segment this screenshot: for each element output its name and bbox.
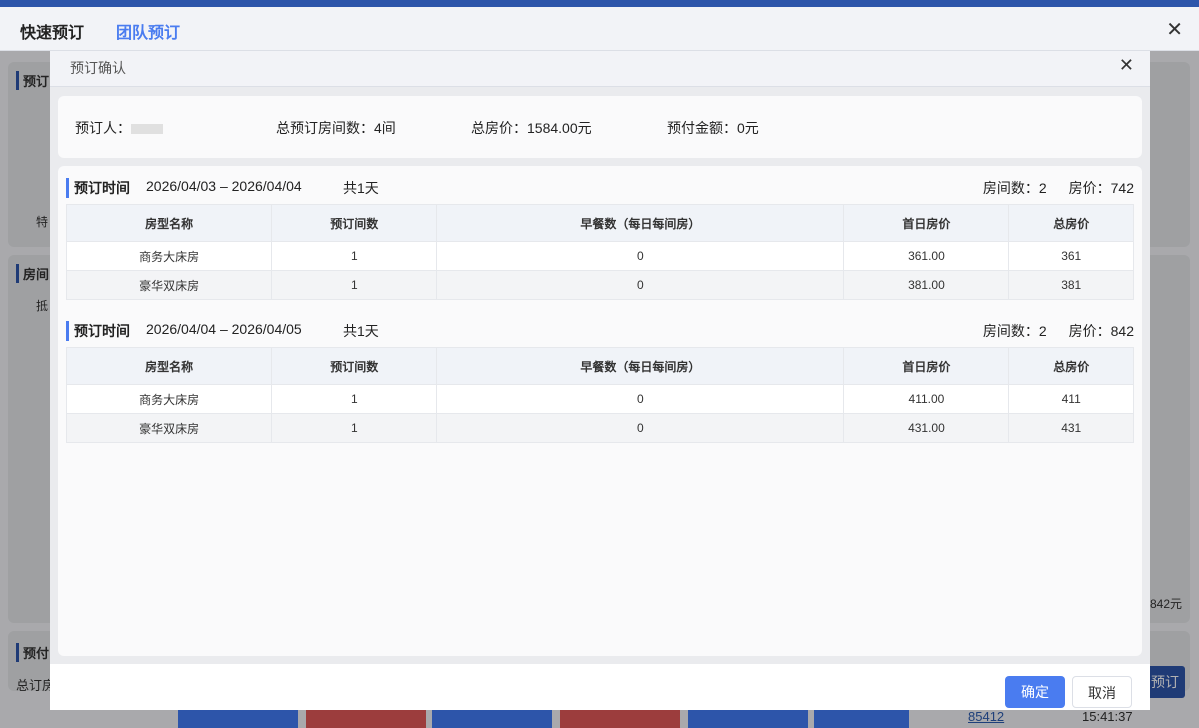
cancel-button[interactable]: 取消 bbox=[1072, 676, 1132, 708]
section-price: 房价：742 bbox=[1068, 180, 1134, 196]
column-header: 总房价 bbox=[1008, 347, 1134, 385]
table-cell: 411.00 bbox=[843, 384, 1010, 414]
date-section: 预订时间 2026/04/03 – 2026/04/04 共1天 房间数：2 房价… bbox=[65, 168, 1134, 300]
table-cell: 361.00 bbox=[843, 241, 1010, 271]
table-cell: 豪华双床房 bbox=[65, 270, 273, 300]
booker-label: 预订人： bbox=[75, 120, 131, 136]
booking-details: 预订时间 2026/04/03 – 2026/04/04 共1天 房间数：2 房价… bbox=[58, 166, 1142, 656]
modal-footer: 确定 取消 bbox=[50, 664, 1150, 710]
table-cell: 431 bbox=[1008, 413, 1134, 443]
column-header: 预订间数 bbox=[271, 347, 438, 385]
table-cell: 商务大床房 bbox=[65, 241, 273, 271]
room-number-link[interactable]: 85412 bbox=[968, 709, 1004, 724]
table-cell: 商务大床房 bbox=[65, 384, 273, 414]
column-header: 早餐数（每日每间房） bbox=[436, 347, 845, 385]
table-cell: 0 bbox=[436, 384, 845, 414]
booking-confirm-modal: 预订确认 ✕ 预订人： 总预订房间数：4间 总房价：1584.00元 预付金额：… bbox=[50, 51, 1150, 710]
column-header: 首日房价 bbox=[843, 204, 1010, 242]
room-count: 房间数：2 bbox=[982, 323, 1047, 339]
section-header: 预订时间 2026/04/03 – 2026/04/04 共1天 房间数：2 房价… bbox=[66, 168, 1134, 204]
section-totals: 房间数：2 房价：842 bbox=[983, 321, 1134, 341]
table-row: 豪华双床房 1 0 381.00 381 bbox=[65, 270, 1134, 300]
date-section: 预订时间 2026/04/04 – 2026/04/05 共1天 房间数：2 房价… bbox=[65, 311, 1134, 443]
tab-group-booking[interactable]: 团队预订 bbox=[116, 19, 181, 55]
booker: 预订人： bbox=[75, 118, 163, 138]
room-tile[interactable] bbox=[306, 708, 426, 728]
section-label: 预订时间 bbox=[66, 178, 130, 198]
column-header: 早餐数（每日每间房） bbox=[436, 204, 845, 242]
table-cell: 381.00 bbox=[843, 270, 1010, 300]
column-header: 房型名称 bbox=[65, 347, 273, 385]
table-cell: 0 bbox=[436, 270, 845, 300]
table-cell: 1 bbox=[271, 384, 438, 414]
room-tile[interactable] bbox=[560, 708, 680, 728]
modal-title: 预订确认 bbox=[70, 60, 126, 76]
table-cell: 0 bbox=[436, 413, 845, 443]
close-icon[interactable]: ✕ bbox=[1119, 55, 1134, 76]
table-cell: 361 bbox=[1008, 241, 1134, 271]
table-cell: 1 bbox=[271, 270, 438, 300]
room-table: 房型名称 预订间数 早餐数（每日每间房） 首日房价 总房价 商务大床房 1 0 411.00 41… bbox=[65, 347, 1134, 443]
section-totals: 房间数：2 房价：742 bbox=[983, 178, 1134, 198]
room-tile[interactable] bbox=[178, 708, 298, 728]
total-price: 总房价：1584.00元 bbox=[471, 120, 592, 136]
table-header: 房型名称 预订间数 早餐数（每日每间房） 首日房价 总房价 bbox=[65, 204, 1134, 242]
clock: 15:41:37 bbox=[1082, 709, 1133, 724]
section-price: 房价：842 bbox=[1068, 323, 1134, 339]
room-count: 房间数：2 bbox=[982, 180, 1047, 196]
date-range: 2026/04/04 – 2026/04/05 bbox=[146, 321, 302, 337]
prepay-amount: 预付金额：0元 bbox=[667, 120, 759, 136]
room-table: 房型名称 预订间数 早餐数（每日每间房） 首日房价 总房价 商务大床房 1 0 361.00 36… bbox=[65, 204, 1134, 300]
table-row: 商务大床房 1 0 411.00 411 bbox=[65, 384, 1134, 414]
column-header: 首日房价 bbox=[843, 347, 1010, 385]
booking-summary: 预订人： 总预订房间数：4间 总房价：1584.00元 预付金额：0元 bbox=[58, 96, 1142, 158]
table-cell: 1 bbox=[271, 413, 438, 443]
table-cell: 411 bbox=[1008, 384, 1134, 414]
table-cell: 豪华双床房 bbox=[65, 413, 273, 443]
room-tile[interactable] bbox=[814, 708, 909, 728]
total-rooms: 总预订房间数：4间 bbox=[276, 120, 396, 136]
table-row: 商务大床房 1 0 361.00 361 bbox=[65, 241, 1134, 271]
room-tile[interactable] bbox=[432, 708, 552, 728]
day-count: 共1天 bbox=[343, 323, 379, 339]
section-label: 预订时间 bbox=[66, 321, 130, 341]
modal-header: 预订确认 ✕ bbox=[50, 51, 1150, 87]
table-cell: 431.00 bbox=[843, 413, 1010, 443]
date-range: 2026/04/03 – 2026/04/04 bbox=[146, 178, 302, 194]
column-header: 预订间数 bbox=[271, 204, 438, 242]
room-tile[interactable] bbox=[688, 708, 808, 728]
table-row: 豪华双床房 1 0 431.00 431 bbox=[65, 413, 1134, 443]
column-header: 总房价 bbox=[1008, 204, 1134, 242]
table-cell: 1 bbox=[271, 241, 438, 271]
drawer-tabs: 快速预订 团队预订 ✕ bbox=[0, 7, 1199, 55]
column-header: 房型名称 bbox=[65, 204, 273, 242]
section-header: 预订时间 2026/04/04 – 2026/04/05 共1天 房间数：2 房价… bbox=[66, 311, 1134, 347]
redacted-name bbox=[131, 124, 163, 135]
table-cell: 0 bbox=[436, 241, 845, 271]
confirm-button[interactable]: 确定 bbox=[1005, 676, 1065, 708]
day-count: 共1天 bbox=[343, 180, 379, 196]
close-icon[interactable]: ✕ bbox=[1166, 17, 1183, 42]
table-cell: 381 bbox=[1008, 270, 1134, 300]
table-header: 房型名称 预订间数 早餐数（每日每间房） 首日房价 总房价 bbox=[65, 347, 1134, 385]
tab-quick-booking[interactable]: 快速预订 bbox=[20, 19, 84, 43]
